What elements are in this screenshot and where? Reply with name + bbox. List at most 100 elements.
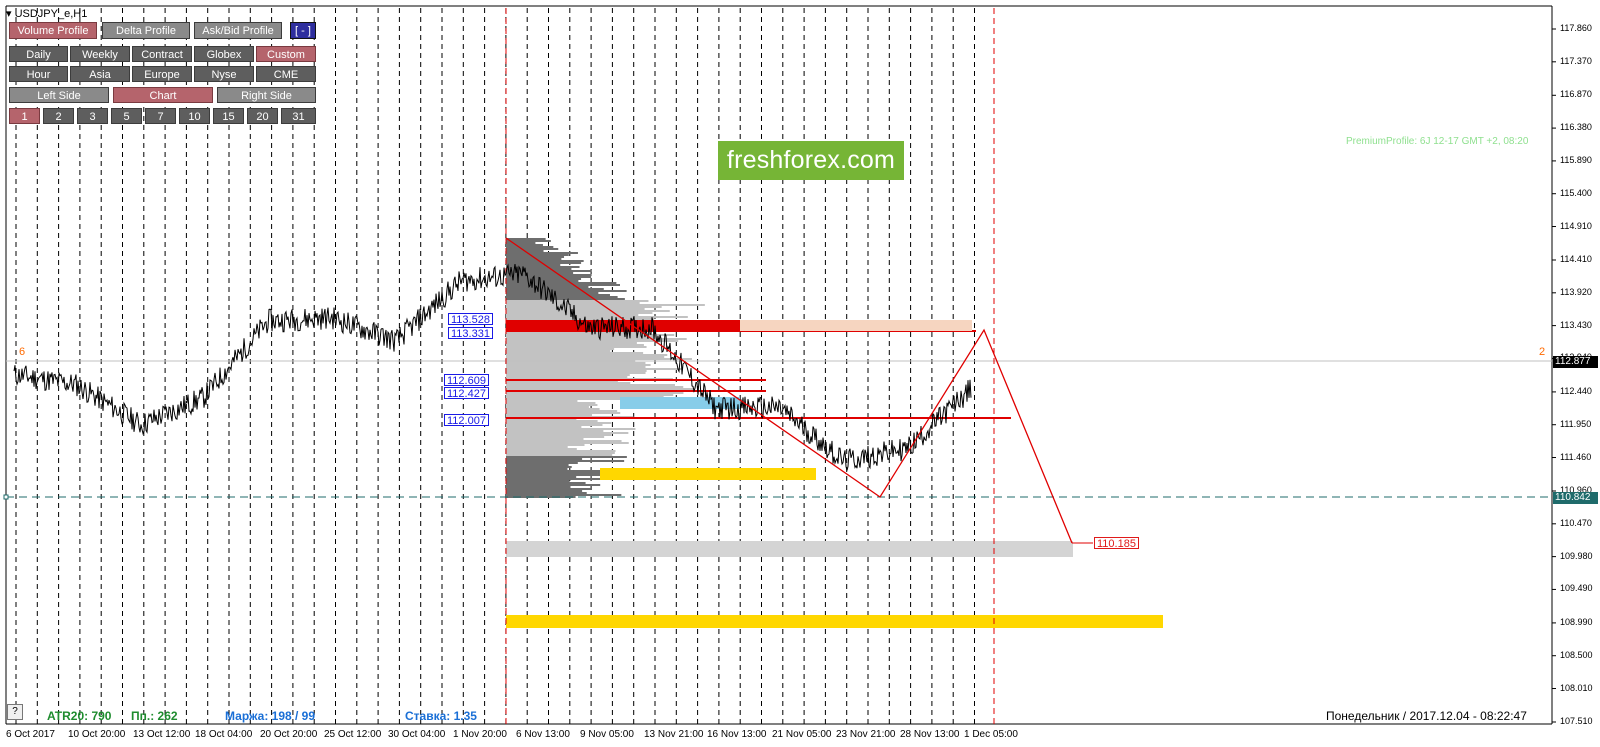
volume-bar — [506, 442, 629, 444]
price-line — [13, 263, 972, 471]
volume-bar — [506, 288, 604, 290]
volume-bar — [506, 244, 543, 246]
volume-bar — [506, 392, 684, 394]
volume-bar — [506, 400, 578, 402]
price-tick-label: 110.470 — [1560, 517, 1592, 528]
volume-bar — [506, 354, 668, 356]
rate-stat: Ставка: 1.35 — [405, 709, 477, 723]
volume-bar — [506, 384, 675, 386]
volume-bar — [506, 302, 640, 304]
price-tick-label: 114.910 — [1560, 220, 1592, 231]
count-1-button[interactable]: 1 — [9, 108, 40, 124]
count-15-button[interactable]: 15 — [213, 108, 244, 124]
volume-bar — [506, 368, 682, 370]
left-side-button[interactable]: Left Side — [9, 87, 109, 103]
time-tick-label: 30 Oct 04:00 — [388, 729, 446, 740]
volume-bar — [506, 294, 610, 296]
volume-bar — [506, 246, 554, 248]
count-7-button[interactable]: 7 — [145, 108, 176, 124]
volume-bar — [506, 404, 598, 406]
volume-bar — [506, 310, 670, 312]
volume-bar — [506, 344, 644, 346]
time-tick-label: 23 Nov 21:00 — [836, 729, 896, 740]
volume-bar — [506, 494, 622, 496]
current-price-tag: 112.877 — [1553, 356, 1598, 368]
volume-bar — [506, 434, 612, 436]
level-label: 112.427 — [444, 387, 489, 400]
session-europe-button[interactable]: Europe — [132, 66, 192, 82]
period-custom-button[interactable]: Custom — [256, 46, 316, 62]
count-20-button[interactable]: 20 — [247, 108, 278, 124]
volume-bar — [506, 446, 568, 448]
session-asia-button[interactable]: Asia — [70, 66, 130, 82]
help-button[interactable]: ? — [7, 704, 23, 720]
volume-bar — [506, 374, 630, 376]
count-3-button[interactable]: 3 — [77, 108, 108, 124]
volume-bar — [506, 428, 636, 430]
delta-profile-button[interactable]: Delta Profile — [102, 22, 190, 39]
volume-bar — [506, 254, 569, 256]
volume-bar — [506, 426, 582, 428]
volume-bar — [506, 388, 694, 390]
volume-bar — [506, 408, 600, 410]
volume-bar — [506, 482, 586, 484]
period-globex-button[interactable]: Globex — [194, 46, 254, 62]
volume-bar — [506, 362, 646, 364]
volume-profile-button[interactable]: Volume Profile — [9, 22, 97, 39]
right-marker: 2 — [1539, 346, 1546, 358]
left-marker: 6 — [19, 346, 26, 358]
time-tick-label: 1 Dec 05:00 — [964, 729, 1018, 740]
price-tick-label: 109.490 — [1560, 583, 1593, 594]
price-tick-label: 108.500 — [1560, 649, 1593, 660]
price-tick-label: 116.380 — [1560, 122, 1592, 133]
period-contract-button[interactable]: Contract — [132, 46, 192, 62]
volume-bar — [506, 386, 684, 388]
volume-bar — [506, 296, 618, 298]
count-5-button[interactable]: 5 — [111, 108, 142, 124]
volume-bar — [506, 342, 637, 344]
count-10-button[interactable]: 10 — [179, 108, 210, 124]
price-tick-label: 109.980 — [1560, 550, 1593, 561]
level-label: 112.609 — [444, 374, 489, 387]
time-tick-label: 13 Nov 21:00 — [644, 729, 704, 740]
price-tick-label: 111.950 — [1560, 418, 1592, 429]
collapse-button[interactable]: [ - ] — [290, 22, 316, 39]
level-label: 113.528 — [448, 313, 493, 326]
target-label: 110.185 — [1094, 537, 1139, 550]
volume-bar — [506, 304, 705, 306]
price-tick-label: 114.410 — [1560, 254, 1592, 264]
volume-bar — [506, 430, 604, 432]
volume-bar — [506, 412, 621, 414]
period-daily-button[interactable]: Daily — [9, 46, 68, 62]
price-tick-label: 107.510 — [1560, 716, 1593, 726]
time-tick-label: 9 Nov 05:00 — [580, 729, 634, 740]
volume-bar — [506, 308, 645, 310]
volume-bar — [506, 356, 665, 358]
count-2-button[interactable]: 2 — [43, 108, 74, 124]
volume-bar — [506, 468, 568, 470]
volume-bar — [506, 350, 611, 352]
count-31-button[interactable]: 31 — [281, 108, 316, 124]
price-tick-label: 117.370 — [1560, 55, 1592, 66]
price-tick-label: 112.440 — [1560, 385, 1592, 396]
volume-bar — [506, 298, 625, 300]
target-zone-gray — [506, 541, 1073, 557]
right-side-button[interactable]: Right Side — [217, 87, 316, 103]
session-hour-button[interactable]: Hour — [9, 66, 68, 82]
volume-bar — [506, 432, 629, 434]
volume-bar — [506, 348, 615, 350]
session-nyse-button[interactable]: Nyse — [194, 66, 254, 82]
volume-bar — [506, 452, 615, 454]
ask-bid-profile-button[interactable]: Ask/Bid Profile — [194, 22, 282, 39]
level-label: 112.007 — [444, 414, 489, 427]
chart-side-button[interactable]: Chart — [113, 87, 213, 103]
volume-bar — [506, 240, 551, 242]
volume-bar — [506, 364, 651, 366]
volume-bar — [506, 282, 617, 284]
volume-bar — [506, 252, 578, 254]
price-tick-label: 115.400 — [1560, 187, 1592, 198]
volume-bar — [506, 466, 572, 468]
session-cme-button[interactable]: CME — [256, 66, 316, 82]
period-weekly-button[interactable]: Weekly — [70, 46, 130, 62]
freshforex-logo: freshforex.com — [718, 141, 904, 180]
